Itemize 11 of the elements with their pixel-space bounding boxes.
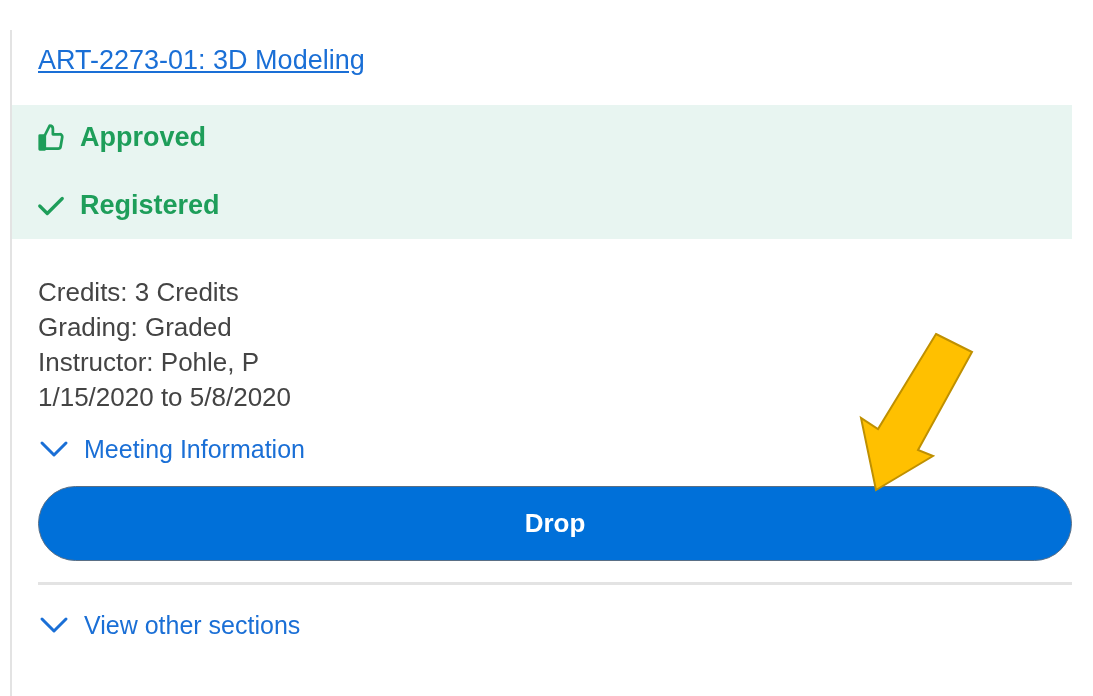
status-label: Approved	[80, 124, 206, 151]
detail-text: Instructor: Pohle, P	[38, 345, 261, 379]
thumbs-up-icon	[36, 122, 66, 153]
detail-text: 1/15/2020 to 5/8/2020	[38, 380, 292, 414]
drop-button[interactable]: Drop	[38, 485, 1072, 561]
expand-toggle[interactable]: Meeting Information	[38, 436, 305, 462]
course-title-link[interactable]: ART-2273-01: 3D Modeling	[38, 45, 365, 75]
detail-text: Credits: 3 Credits	[38, 275, 240, 309]
status-label: Registered	[80, 192, 220, 219]
detail-text: Grading: Graded	[38, 310, 233, 344]
expand-toggle[interactable]: View other sections	[38, 612, 301, 638]
